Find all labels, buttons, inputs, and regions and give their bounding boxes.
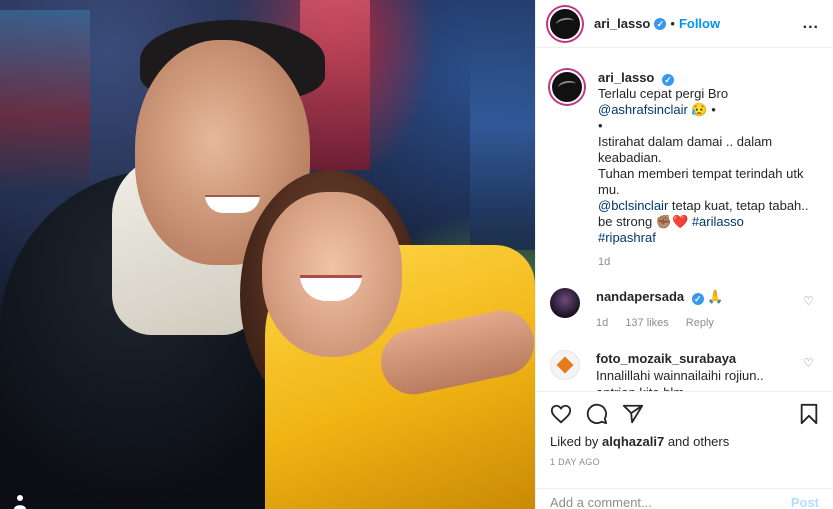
comment-time[interactable]: 1d [596, 317, 608, 329]
liked-prefix: Liked by [550, 434, 599, 449]
share-icon[interactable] [622, 403, 644, 425]
like-comment-heart-icon[interactable]: ♡ [803, 294, 815, 308]
background-billboard [0, 10, 90, 200]
header-username[interactable]: ari_lasso [594, 16, 650, 31]
bullet: • [711, 102, 716, 117]
caption-line: Istirahat dalam damai .. dalam keabadian… [598, 134, 773, 165]
separator: • [670, 16, 675, 31]
caption-line: Tuhan memberi tempat terindah utk mu. [598, 166, 804, 197]
mention-link[interactable]: @ashrafsinclair [598, 102, 688, 117]
bullet: • [598, 118, 603, 133]
emoji: ✊🏽❤️ [655, 214, 689, 229]
avatar[interactable] [548, 6, 582, 41]
post-time[interactable]: 1 DAY AGO [550, 457, 819, 467]
bookmark-icon[interactable] [799, 403, 819, 425]
comment-body: foto_mozaik_surabaya Innalillahi wainnai… [596, 350, 801, 391]
comment-icon[interactable] [586, 403, 608, 425]
comment-text: Innalillahi wainnailaihi rojiun.. antria… [596, 368, 764, 391]
post-actions: Liked by alqhazali7 and others 1 DAY AGO [536, 391, 833, 467]
like-comment-heart-icon[interactable]: ♡ [803, 356, 815, 370]
verified-badge-icon: ✓ [654, 17, 667, 30]
comment-username[interactable]: nandapersada [596, 289, 684, 304]
caption-time[interactable]: 1d [598, 254, 813, 270]
post-header: ari_lasso ✓ • Follow ... [536, 0, 833, 48]
heart-icon[interactable] [550, 403, 572, 425]
hashtag-link[interactable]: #arilasso [692, 214, 744, 229]
background-billboard [470, 0, 535, 250]
liked-suffix[interactable]: and others [668, 434, 729, 449]
add-comment-bar: Post [536, 488, 833, 509]
caption-text: ari_lasso ✓ Terlalu cepat pergi Bro @ash… [598, 70, 813, 270]
post-photo[interactable] [0, 0, 535, 509]
liked-user[interactable]: alqhazali7 [602, 434, 664, 449]
person-tag-icon[interactable] [12, 493, 28, 509]
comment-meta: 1d 137 likes Reply [596, 315, 801, 332]
comment-likes[interactable]: 137 likes [625, 317, 668, 329]
post-button[interactable]: Post [791, 495, 819, 509]
liked-by: Liked by alqhazali7 and others [550, 434, 819, 449]
comment-item: nandapersada ✓ 🙏 1d 137 likes Reply ♡ [550, 288, 819, 332]
follow-button[interactable]: Follow [679, 16, 720, 31]
caption: ari_lasso ✓ Terlalu cepat pergi Bro @ash… [550, 56, 819, 270]
verified-badge-icon: ✓ [662, 74, 674, 86]
verified-badge-icon: ✓ [691, 293, 704, 305]
action-icons [550, 400, 819, 428]
comment-body: nandapersada ✓ 🙏 1d 137 likes Reply [596, 288, 801, 332]
mozaik-logo-icon [556, 356, 574, 374]
emoji: 😥 [691, 102, 708, 117]
caption-username[interactable]: ari_lasso [598, 70, 654, 85]
comment-username[interactable]: foto_mozaik_surabaya [596, 351, 736, 366]
avatar[interactable] [550, 350, 580, 380]
mention-link[interactable]: @bclsinclair [598, 198, 668, 213]
more-options-icon[interactable]: ... [803, 15, 819, 33]
comment-item: foto_mozaik_surabaya Innalillahi wainnai… [550, 350, 819, 391]
hashtag-link[interactable]: #ripashraf [598, 230, 656, 245]
avatar[interactable] [550, 70, 584, 104]
comment-text: 🙏 [707, 289, 724, 304]
caption-line: Terlalu cepat pergi Bro [598, 86, 729, 101]
avatar[interactable] [550, 288, 580, 318]
comments-list[interactable]: ari_lasso ✓ Terlalu cepat pergi Bro @ash… [536, 56, 833, 391]
reply-button[interactable]: Reply [686, 317, 714, 329]
comment-input[interactable] [550, 495, 791, 509]
post-side-panel: ari_lasso ✓ • Follow ... ari_lasso ✓ Ter… [535, 0, 833, 509]
